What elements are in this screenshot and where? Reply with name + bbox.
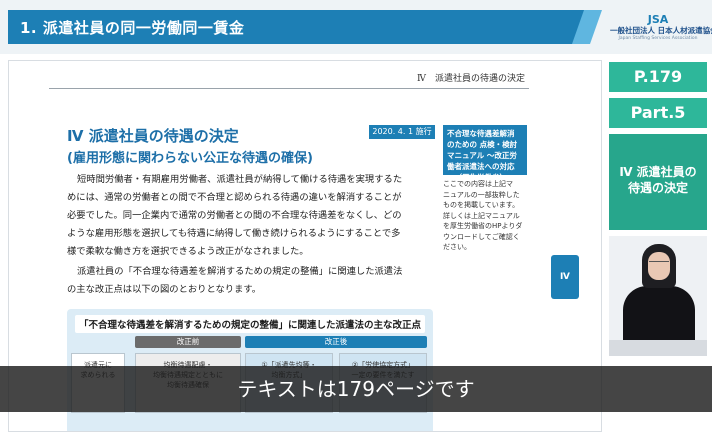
header-bar: 1. 派遣社員の同一労働同一賃金 JSA 一般社団法人 日本人材派遣協会 Jap… <box>0 0 712 54</box>
running-head: Ⅳ 派遣社員の待遇の決定 <box>417 74 525 84</box>
part-panel: Part.5 <box>609 98 707 128</box>
effective-date-badge: 2020. 4. 1 施行 <box>369 125 435 139</box>
logo-mark: JSA <box>647 13 669 26</box>
chapter-panel: Ⅳ 派遣社員の 待遇の決定 <box>609 134 707 230</box>
jsa-logo: JSA 一般社団法人 日本人材派遣協会 Japan Staffing Servi… <box>610 13 712 46</box>
presenter-glasses <box>649 261 669 268</box>
section-subtitle: (雇用形態に関わらない公正な待遇の確保) <box>67 151 313 166</box>
section-title: Ⅳ 派遣社員の待遇の決定 <box>67 127 239 145</box>
before-amendment-label: 改正前 <box>135 336 241 348</box>
reference-manual-box: 不合理な待遇差解消 のための 点検・検討 マニュアル ～改正労 働者派遣法への対… <box>443 125 527 182</box>
running-head-rule <box>49 88 529 89</box>
logo-subtitle: Japan Staffing Services Association <box>618 36 698 41</box>
reference-note: ここでの内容は上記マ ニュアルの一部抜粋した ものを掲載しています。 詳しくは上… <box>443 180 523 251</box>
page-number-panel: P.179 <box>609 62 707 92</box>
presenter-desk <box>609 340 707 356</box>
chapter-index-tab: Ⅳ <box>551 255 579 299</box>
after-amendment-label: 改正後 <box>245 336 427 348</box>
presenter-video <box>609 236 707 356</box>
caption-text: テキストは179ページです <box>237 377 475 401</box>
body-paragraph-2: 派遣社員の「不合理な待遇差を解消するための規定の整備」に関連した派遣法 の主な改… <box>67 266 403 295</box>
logo-name: 一般社団法人 日本人材派遣協会 <box>610 26 712 35</box>
lesson-title: 1. 派遣社員の同一労働同一賃金 <box>20 19 245 37</box>
diagram-title: 「不合理な待遇差を解消するための規定の整備」に関連した派遣法の主な改正点 <box>75 315 425 333</box>
body-paragraph-1: 短時間労働者・有期雇用労働者、派遣社員が納得して働ける待遇を実現するた めには、… <box>67 174 403 257</box>
